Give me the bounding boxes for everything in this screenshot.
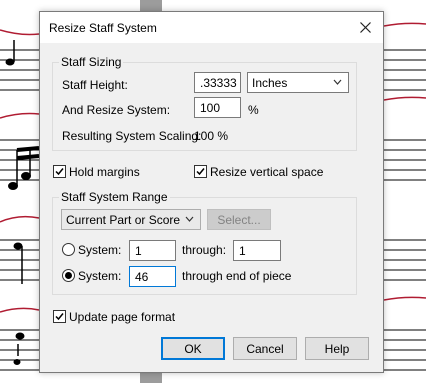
update-page-format-checkbox[interactable] xyxy=(53,310,66,323)
dialog-title: Resize Staff System xyxy=(49,21,157,35)
resize-system-value: 100 xyxy=(200,101,221,115)
close-button[interactable] xyxy=(347,12,383,43)
staff-sizing-group-label: Staff Sizing xyxy=(59,55,124,69)
resize-vertical-space-label[interactable]: Resize vertical space xyxy=(210,165,323,179)
title-bar[interactable]: Resize Staff System xyxy=(40,12,383,43)
system-to-value: 1 xyxy=(239,244,246,258)
staff-height-unit-select[interactable]: Inches xyxy=(247,72,349,93)
system-through-end-radio[interactable] xyxy=(62,269,75,282)
chevron-down-icon xyxy=(333,79,342,85)
resize-system-label: And Resize System: xyxy=(62,103,171,117)
radio-selected-dot xyxy=(65,272,72,279)
system-range-radio[interactable] xyxy=(62,243,75,256)
update-page-format-label[interactable]: Update page format xyxy=(69,310,175,324)
cancel-button[interactable]: Cancel xyxy=(233,337,297,360)
through-end-label: through end of piece xyxy=(182,269,292,283)
checkmark-icon xyxy=(55,168,64,176)
resize-vertical-space-checkbox[interactable] xyxy=(194,165,207,178)
chevron-down-icon xyxy=(185,216,194,222)
ok-button[interactable]: OK xyxy=(161,337,225,360)
system-from-input[interactable]: 1 xyxy=(129,240,176,261)
range-scope-value: Current Part or Score xyxy=(66,213,181,227)
range-scope-select[interactable]: Current Part or Score xyxy=(61,209,201,230)
staff-height-label: Staff Height: xyxy=(62,78,128,92)
resize-system-input[interactable]: 100 xyxy=(194,97,241,118)
hold-margins-label[interactable]: Hold margins xyxy=(69,165,140,179)
help-button[interactable]: Help xyxy=(305,337,369,360)
staff-height-unit-value: Inches xyxy=(252,76,288,90)
hold-margins-checkbox[interactable] xyxy=(53,165,66,178)
system-through-end-radio-label[interactable]: System: xyxy=(78,269,121,283)
system-start-input[interactable]: 46 xyxy=(129,266,176,287)
staff-height-value: .33333 xyxy=(200,76,237,90)
through-label: through: xyxy=(182,243,227,257)
resulting-scaling-value: 100 % xyxy=(194,129,229,143)
resulting-scaling-label: Resulting System Scaling: xyxy=(62,129,202,143)
percent-label: % xyxy=(248,103,259,117)
staff-system-range-group-label: Staff System Range xyxy=(59,190,170,204)
staff-height-input[interactable]: .33333 xyxy=(194,72,241,93)
system-to-input[interactable]: 1 xyxy=(233,240,281,261)
checkmark-icon xyxy=(55,313,64,321)
system-range-radio-label[interactable]: System: xyxy=(78,243,121,257)
checkmark-icon xyxy=(196,168,205,176)
resize-staff-system-dialog: Resize Staff System Staff Sizing Staff H… xyxy=(39,11,384,373)
close-icon xyxy=(359,22,371,33)
system-from-value: 1 xyxy=(135,244,142,258)
system-start-value: 46 xyxy=(135,270,149,284)
select-parts-button[interactable]: Select... xyxy=(207,209,271,230)
